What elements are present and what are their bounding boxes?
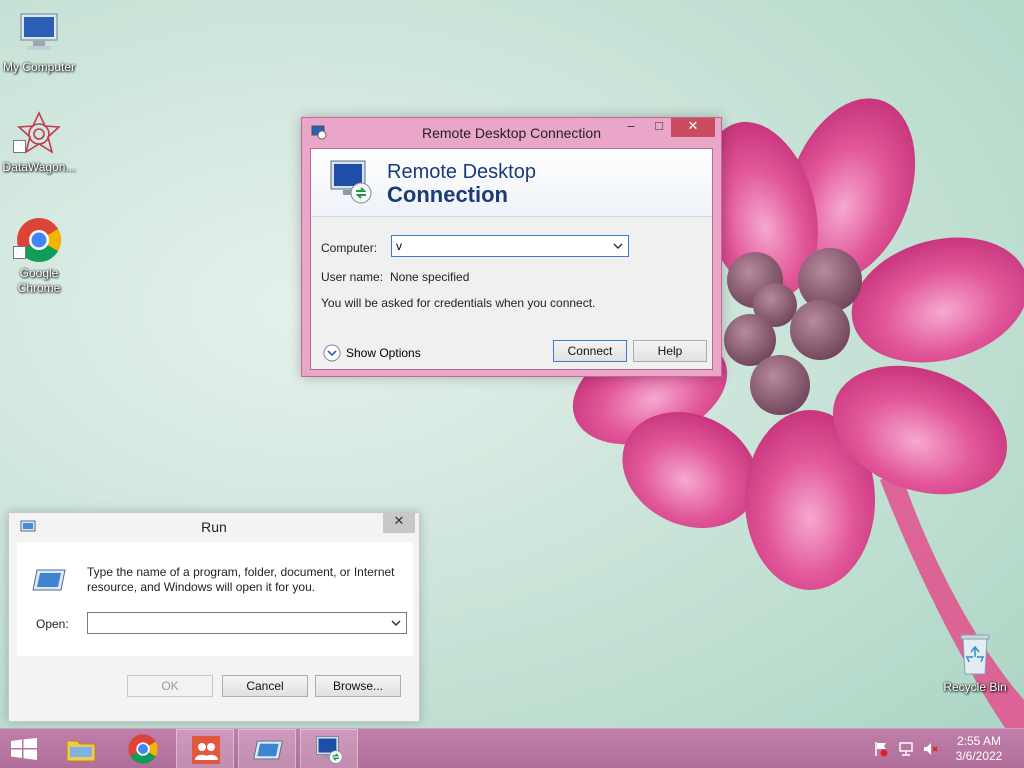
desktop-icon-label: My Computer (2, 60, 76, 74)
taskbar-chrome[interactable] (114, 729, 172, 768)
username-label: User name: (321, 270, 384, 284)
run-description-line1: Type the name of a program, folder, docu… (87, 565, 395, 579)
clock-time: 2:55 AM (956, 734, 1002, 748)
desktop-icon-recycle-bin[interactable]: Recycle Bin (935, 630, 1015, 695)
taskbar-people-app[interactable] (176, 729, 234, 768)
desktop-icon-label: DataWagon... (2, 160, 76, 174)
remote-desktop-window[interactable]: Remote Desktop Connection – □ ✕ Remote D… (301, 117, 722, 377)
volume-muted-icon[interactable] (922, 741, 938, 757)
open-label: Open: (36, 617, 69, 631)
computer-combobox[interactable]: v (391, 235, 629, 257)
taskbar-remote-desktop[interactable] (300, 729, 358, 768)
help-button[interactable]: Help (633, 340, 707, 362)
run-dialog[interactable]: Run ✕ Type the name of a program, folder… (8, 512, 420, 722)
computer-label: Computer: (321, 241, 378, 255)
username-value: None specified (390, 270, 470, 284)
minimize-button[interactable]: – (617, 118, 645, 138)
banner-title-line2: Connection (387, 182, 508, 207)
desktop-icon-datawagon[interactable]: DataWagon... (0, 110, 79, 175)
remote-desktop-monitor-icon (330, 160, 372, 204)
run-client-area: Type the name of a program, folder, docu… (17, 542, 413, 656)
close-button[interactable]: ✕ (671, 118, 715, 137)
remote-desktop-banner: Remote Desktop Connection (311, 149, 712, 217)
open-combobox[interactable] (87, 612, 407, 634)
computer-icon (20, 13, 58, 50)
clock-date: 3/6/2022 (955, 749, 1003, 763)
chrome-icon (128, 734, 158, 764)
chevron-down-icon[interactable] (612, 238, 624, 254)
people-icon (192, 736, 220, 764)
folder-icon (66, 740, 96, 762)
action-center-flag-icon[interactable] (873, 741, 889, 757)
ok-button[interactable]: OK (127, 675, 213, 697)
banner-title-line1: Remote Desktop (387, 161, 536, 183)
run-close-button[interactable]: ✕ (383, 513, 415, 533)
chevron-down-icon[interactable] (390, 615, 402, 631)
recycle-bin-icon (960, 634, 990, 675)
connect-button[interactable]: Connect (553, 340, 627, 362)
remote-desktop-monitor-icon (316, 736, 343, 764)
desktop-icon-label: Google Chrome (17, 266, 61, 295)
cancel-button[interactable]: Cancel (222, 675, 308, 697)
desktop-icon-my-computer[interactable]: My Computer (0, 10, 79, 75)
run-title: Run (201, 519, 227, 535)
start-button[interactable] (0, 729, 48, 768)
windows-logo-icon (11, 738, 37, 760)
run-description-line2: resource, and Windows will open it for y… (87, 580, 316, 594)
taskbar: 2:55 AM 3/6/2022 (0, 728, 1024, 768)
network-icon[interactable] (898, 741, 914, 757)
computer-input[interactable]: v (396, 239, 402, 253)
show-options-label: Show Options (346, 346, 421, 360)
credentials-note: You will be asked for credentials when y… (321, 296, 596, 310)
remote-desktop-client-area: Remote Desktop Connection Computer: v Us… (310, 148, 713, 370)
browse-button[interactable]: Browse... (315, 675, 401, 697)
shortcut-arrow-icon (13, 140, 26, 153)
run-program-icon (32, 569, 66, 591)
run-program-icon (253, 740, 283, 760)
system-clock[interactable]: 2:55 AM 3/6/2022 (944, 734, 1014, 764)
desktop-icon-label: Recycle Bin (943, 680, 1007, 694)
taskbar-run[interactable] (238, 729, 296, 768)
maximize-button[interactable]: □ (645, 118, 673, 138)
desktop-icon-google-chrome[interactable]: Google Chrome (0, 216, 79, 296)
taskbar-file-explorer[interactable] (52, 729, 110, 768)
expand-circle-icon (323, 344, 341, 362)
shortcut-arrow-icon (13, 246, 26, 259)
